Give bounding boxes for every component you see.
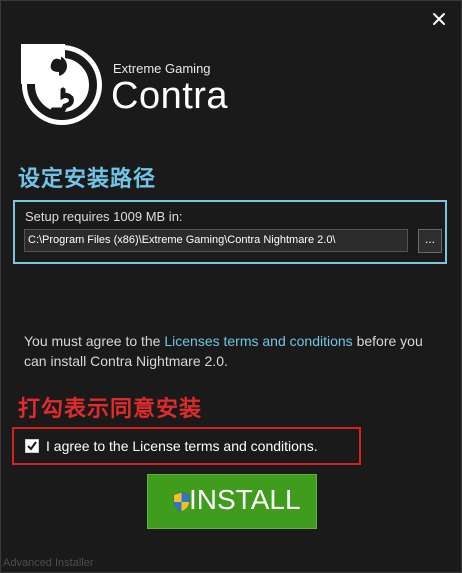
license-notice-before: You must agree to the [24, 333, 165, 349]
install-path-group: Setup requires 1009 MB in: C:\Program Fi… [13, 200, 447, 264]
brand-subtitle: Extreme Gaming [113, 61, 211, 76]
uac-shield-icon [173, 492, 190, 512]
install-path-annotation: 设定安装路径 [18, 167, 157, 192]
footer-brand: Advanced Installer [3, 557, 94, 569]
install-button-label: INSTALL [189, 484, 301, 515]
install-path-field[interactable]: C:\Program Files (x86)\Extreme Gaming\Co… [24, 229, 408, 252]
puzzle-c-logo-icon [21, 44, 103, 126]
agree-checkbox[interactable] [25, 439, 39, 453]
license-notice: You must agree to the Licenses terms and… [24, 331, 444, 371]
space-required-label: Setup requires 1009 MB in: [25, 209, 183, 224]
brand-title: Contra [111, 75, 229, 117]
close-button[interactable] [431, 11, 447, 27]
install-button[interactable]: INSTALL [147, 474, 317, 529]
installer-window: Extreme Gaming Contra 设定安装路径 Setup requi… [0, 0, 462, 573]
close-icon [433, 13, 445, 25]
browse-button[interactable]: ... [418, 229, 442, 253]
agree-annotation: 打勾表示同意安装 [18, 397, 203, 422]
license-terms-link[interactable]: Licenses terms and conditions [164, 333, 352, 349]
agree-group: I agree to the License terms and conditi… [12, 427, 361, 465]
checkmark-icon [27, 441, 37, 451]
agree-checkbox-label[interactable]: I agree to the License terms and conditi… [46, 438, 318, 454]
